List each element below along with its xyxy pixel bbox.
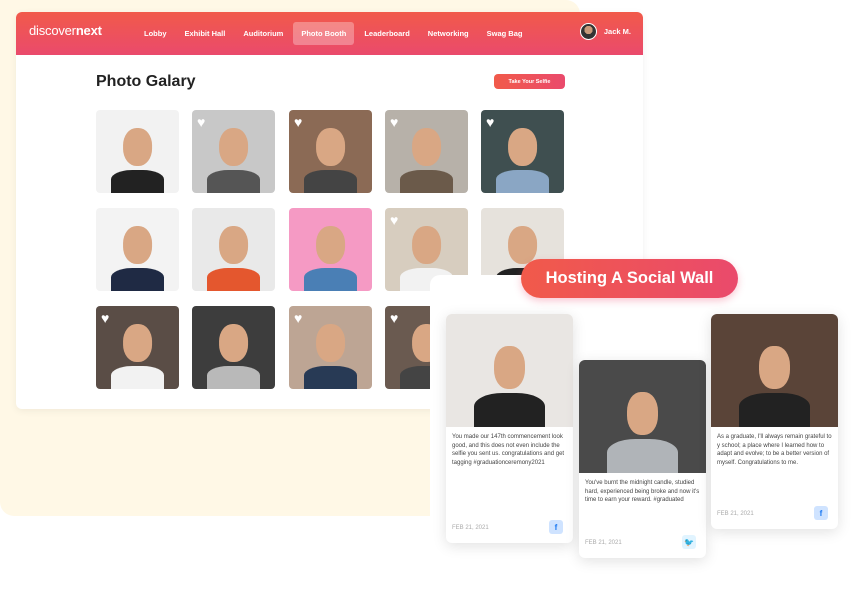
person-body <box>303 267 358 291</box>
person-face <box>218 226 249 265</box>
post-image <box>579 360 706 473</box>
post-date: FEB 21, 2021 <box>585 540 622 546</box>
heart-icon[interactable]: ♥ <box>390 115 398 129</box>
take-selfie-button[interactable]: Take Your Selfie <box>494 74 565 89</box>
social-post-card: You made our 147th commencement look goo… <box>446 314 573 543</box>
social-post-card: You've burnt the midnight candle, studie… <box>579 360 706 558</box>
person-body <box>110 169 165 193</box>
nav-item-photo-booth[interactable]: Photo Booth <box>293 22 355 45</box>
nav-item-leaderboard[interactable]: Leaderboard <box>356 22 417 45</box>
person-face <box>507 128 538 167</box>
twitter-icon[interactable]: 🐦 <box>682 535 696 549</box>
person-body <box>495 169 550 193</box>
heart-icon[interactable]: ♥ <box>101 311 109 325</box>
person-face <box>315 128 346 167</box>
person-face <box>411 226 442 265</box>
nav-item-lobby[interactable]: Lobby <box>136 22 175 45</box>
person-body <box>303 365 358 389</box>
gallery-photo[interactable]: ♥ <box>481 110 564 193</box>
facebook-icon[interactable]: f <box>549 520 563 534</box>
nav-item-auditorium[interactable]: Auditorium <box>235 22 291 45</box>
gallery-photo[interactable]: ♥ <box>385 110 468 193</box>
heart-icon[interactable]: ♥ <box>390 311 398 325</box>
header: discovernext Lobby Exhibit Hall Auditorium… <box>16 12 643 55</box>
nav-item-exhibit-hall[interactable]: Exhibit Hall <box>177 22 234 45</box>
heart-icon[interactable]: ♥ <box>197 115 205 129</box>
heart-icon[interactable]: ♥ <box>294 311 302 325</box>
gallery-photo[interactable]: ♥ <box>192 110 275 193</box>
heart-icon[interactable]: ♥ <box>486 115 494 129</box>
facebook-icon[interactable]: f <box>814 506 828 520</box>
person-body <box>110 365 165 389</box>
person-face <box>122 226 153 265</box>
social-post-card: As a graduate, I'll always remain gratef… <box>711 314 838 529</box>
page-title: Photo Galary <box>96 73 196 90</box>
logo-text: discover <box>29 23 76 38</box>
person-body <box>206 267 261 291</box>
gallery-photo[interactable] <box>96 208 179 291</box>
person-body <box>206 169 261 193</box>
person-face <box>218 128 249 167</box>
social-wall-title: Hosting A Social Wall <box>521 259 738 298</box>
person-face <box>315 226 346 265</box>
person-face <box>411 128 442 167</box>
person-body <box>110 267 165 291</box>
person-face <box>122 128 153 167</box>
gallery-photo[interactable] <box>192 306 275 389</box>
heart-icon[interactable]: ♥ <box>294 115 302 129</box>
person-face <box>122 324 153 363</box>
gallery-photo[interactable]: ♥ <box>289 110 372 193</box>
post-date: FEB 21, 2021 <box>452 525 489 531</box>
nav-item-swag-bag[interactable]: Swag Bag <box>479 22 531 45</box>
gallery-photo[interactable] <box>192 208 275 291</box>
person-face <box>315 324 346 363</box>
post-text: As a graduate, I'll always remain gratef… <box>717 434 832 467</box>
post-image <box>446 314 573 427</box>
user-name: Jack M. <box>603 27 631 36</box>
person-body <box>206 365 261 389</box>
main-nav: Lobby Exhibit Hall Auditorium Photo Booth Le… <box>136 22 530 45</box>
person-face <box>218 324 249 363</box>
post-text: You've burnt the midnight candle, studie… <box>585 480 700 504</box>
nav-item-networking[interactable]: Networking <box>420 22 477 45</box>
person-body <box>399 169 454 193</box>
gallery-photo[interactable]: ♥ <box>289 306 372 389</box>
gallery-photo[interactable]: ♥ <box>96 306 179 389</box>
logo-text-bold: next <box>75 23 102 38</box>
logo[interactable]: discovernext <box>29 23 102 38</box>
post-date: FEB 21, 2021 <box>717 511 754 517</box>
heart-icon[interactable]: ♥ <box>390 213 398 227</box>
post-image <box>711 314 838 427</box>
user-menu[interactable]: Jack M. <box>579 23 631 40</box>
avatar <box>579 23 597 40</box>
gallery-photo[interactable] <box>289 208 372 291</box>
person-body <box>303 169 358 193</box>
person-face <box>507 226 538 265</box>
gallery-photo[interactable] <box>96 110 179 193</box>
post-text: You made our 147th commencement look goo… <box>452 434 565 467</box>
